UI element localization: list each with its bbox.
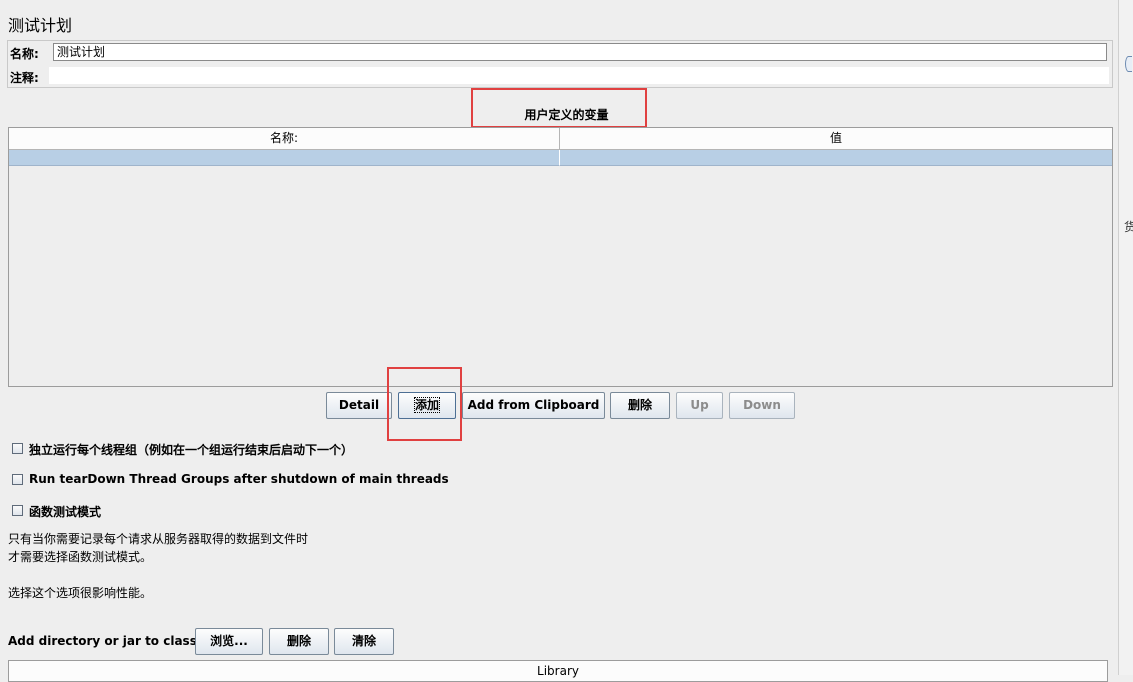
right-edge-tab-icon	[1125, 56, 1132, 72]
classpath-clear-button[interactable]: 清除	[334, 628, 394, 655]
functional-note-line2: 才需要选择函数测试模式。	[8, 550, 153, 564]
right-edge-strip	[1118, 0, 1133, 675]
name-input[interactable]: 测试计划	[53, 43, 1107, 61]
browse-button[interactable]: 浏览...	[195, 628, 263, 655]
delete-button[interactable]: 删除	[610, 392, 670, 419]
functional-note-line3: 选择这个选项很影响性能。	[8, 586, 153, 600]
right-edge-text: 货	[1124, 220, 1133, 234]
table-row-selected-name-cell[interactable]	[9, 150, 560, 166]
up-button[interactable]: Up	[676, 392, 723, 419]
library-table[interactable]: Library	[8, 660, 1108, 682]
comment-input[interactable]	[49, 67, 1109, 84]
serialize-thread-groups-label[interactable]: 独立运行每个线程组（例如在一个组运行结束后启动下一个）	[29, 441, 353, 458]
serialize-thread-groups-checkbox[interactable]	[12, 443, 23, 454]
teardown-label[interactable]: Run tearDown Thread Groups after shutdow…	[29, 472, 449, 486]
functional-note-line1: 只有当你需要记录每个请求从服务器取得的数据到文件时	[8, 532, 309, 546]
down-button[interactable]: Down	[729, 392, 795, 419]
highlight-box-add	[387, 367, 462, 441]
comment-label: 注释:	[10, 71, 39, 85]
table-row-selected-value-cell[interactable]	[560, 150, 1112, 166]
functional-mode-checkbox[interactable]	[12, 505, 23, 516]
teardown-checkbox[interactable]	[12, 474, 23, 485]
detail-button[interactable]: Detail	[326, 392, 392, 419]
column-header-library[interactable]: Library	[9, 661, 1107, 681]
functional-mode-label[interactable]: 函数测试模式	[29, 503, 101, 520]
add-from-clipboard-button[interactable]: Add from Clipboard	[462, 392, 605, 419]
variables-table[interactable]: 名称: 值	[8, 127, 1113, 387]
name-label: 名称:	[10, 47, 39, 61]
highlight-box-title	[471, 88, 647, 128]
column-header-value[interactable]: 值	[560, 128, 1112, 150]
page-title: 测试计划	[8, 16, 73, 35]
classpath-delete-button[interactable]: 删除	[269, 628, 329, 655]
column-header-name[interactable]: 名称:	[9, 128, 560, 150]
